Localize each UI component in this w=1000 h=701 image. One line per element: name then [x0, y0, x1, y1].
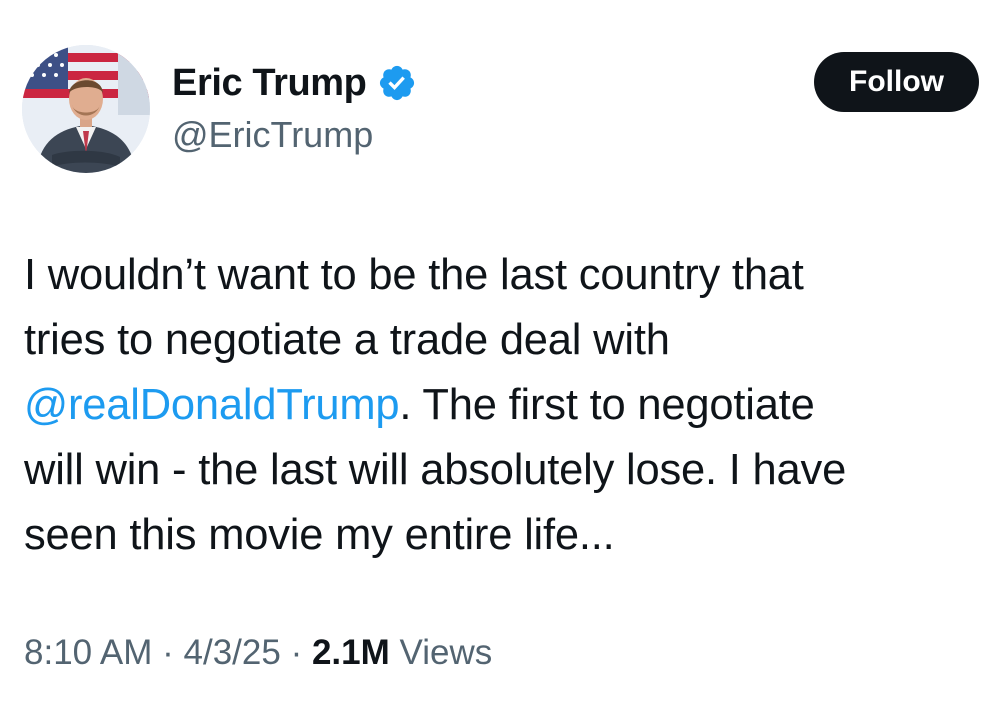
tweet-text-line: tries to negotiate a trade deal with: [24, 316, 670, 364]
meta-separator: ·: [152, 633, 184, 672]
views-label: Views: [389, 633, 493, 672]
author-handle[interactable]: @EricTrump: [172, 114, 373, 156]
tweet-text-line: seen this movie my entire life...: [24, 511, 615, 559]
tweet-text: I wouldn’t want to be the last country t…: [24, 243, 984, 568]
tweet-timestamp[interactable]: 8:10 AM: [24, 633, 152, 672]
avatar-image: [22, 45, 150, 173]
author-name-row: Eric Trump: [172, 60, 417, 106]
mention-link[interactable]: @realDonaldTrump: [24, 381, 400, 429]
tweet-text-line: I wouldn’t want to be the last country t…: [24, 251, 804, 299]
tweet-text-line: will win - the last will absolutely lose…: [24, 446, 847, 494]
author-display-name[interactable]: Eric Trump: [172, 62, 367, 105]
meta-separator: ·: [280, 633, 312, 672]
verified-badge-icon[interactable]: [377, 63, 417, 103]
tweet-text-fragment: . The first to negotiate: [399, 381, 815, 429]
follow-button[interactable]: Follow: [814, 52, 979, 112]
tweet-card: Eric Trump @EricTrump Follow I wouldn’t …: [0, 0, 1000, 701]
avatar[interactable]: [22, 45, 150, 173]
views-count[interactable]: 2.1M: [312, 633, 390, 672]
tweet-text-line: @realDonaldTrump. The first to negotiate: [24, 373, 984, 438]
tweet-meta: 8:10 AM · 4/3/25 · 2.1M Views: [24, 633, 492, 673]
tweet-date[interactable]: 4/3/25: [184, 633, 281, 672]
